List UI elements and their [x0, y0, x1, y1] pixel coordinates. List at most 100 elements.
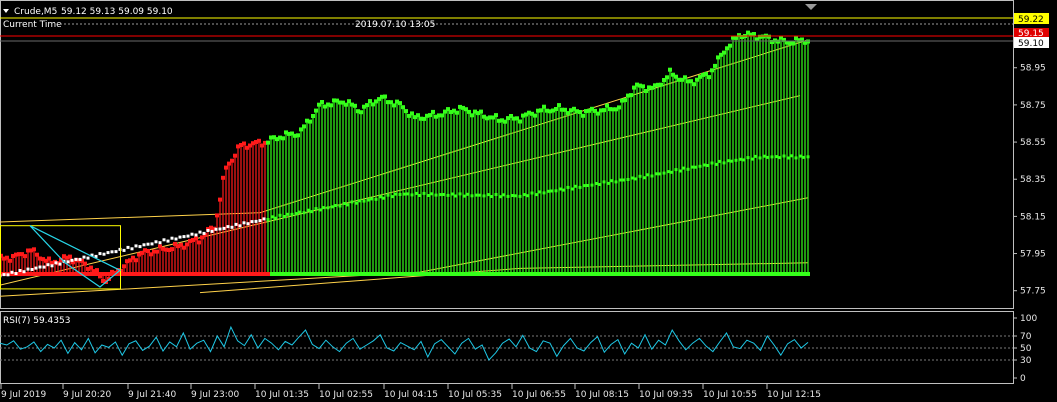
candle-cap [47, 256, 51, 261]
trend-marker [442, 193, 446, 196]
trend-marker [734, 158, 738, 162]
current-price-marker-text: 59.10 [1018, 39, 1044, 49]
candle-cap [710, 68, 714, 73]
price-tick-label: 58.15 [1020, 212, 1046, 222]
candle-cap [728, 43, 732, 48]
trend-marker [114, 250, 118, 254]
trend-marker [162, 238, 166, 242]
rsi-axis: 100 70 50 30 0 [1013, 314, 1037, 384]
time-tick-label: 9 Jul 23:00 [191, 390, 240, 400]
dropdown-triangle-icon[interactable] [3, 9, 9, 13]
trend-marker [678, 169, 682, 173]
trend-marker [166, 239, 170, 243]
price-tick-label: 58.95 [1020, 64, 1046, 74]
candle-cap [578, 110, 582, 114]
candle-cap [32, 247, 36, 252]
trend-marker [458, 192, 462, 196]
trend-marker [86, 256, 90, 260]
candle-cap [329, 103, 333, 108]
trend-marker [754, 154, 758, 158]
trend-marker [178, 235, 182, 239]
candle-cap [185, 242, 189, 247]
candle-cap [218, 197, 222, 202]
trend-marker [770, 155, 774, 159]
trend-marker [138, 245, 142, 249]
trend-marker [246, 222, 250, 226]
candle-cap [224, 165, 228, 170]
candle-cap [503, 119, 507, 124]
trend-marker [750, 157, 754, 161]
trend-marker [794, 156, 798, 160]
candles [0, 30, 810, 284]
trend-marker [382, 196, 386, 200]
trend-marker [634, 177, 638, 181]
trend-marker [354, 201, 358, 205]
trend-marker [318, 208, 322, 212]
trend-marker [26, 267, 30, 271]
trend-marker [746, 156, 750, 160]
candle-cap [605, 103, 609, 108]
time-tick-label: 10 Jul 09:35 [639, 390, 693, 400]
trend-marker [558, 187, 562, 191]
trend-marker [122, 248, 126, 252]
trend-marker [510, 194, 514, 197]
candle-cap [311, 114, 315, 118]
chart-shift-marker-icon[interactable] [805, 4, 817, 10]
trend-marker [370, 197, 374, 201]
trend-marker [250, 220, 254, 224]
trend-marker [538, 190, 542, 194]
trend-marker [6, 273, 10, 277]
trend-marker [710, 161, 714, 165]
trend-marker [566, 185, 570, 189]
price-axis: 58.95 58.75 58.55 58.35 58.15 57.95 57.75 [1013, 64, 1046, 297]
trend-marker [702, 163, 706, 167]
trend-marker [686, 167, 690, 171]
trend-marker [778, 156, 782, 160]
time-tick-label: 9 Jul 2019 [1, 390, 46, 400]
main-panel-frame [0, 0, 1014, 309]
trend-marker [482, 194, 486, 198]
trend-marker [330, 205, 334, 209]
trend-marker [254, 219, 258, 223]
trend-marker [214, 227, 218, 231]
base-bar-bull [270, 272, 810, 276]
trend-marker [454, 194, 458, 198]
trend-marker [782, 154, 786, 158]
candle-cap [365, 103, 369, 108]
trend-marker [82, 255, 86, 259]
trend-marker [450, 192, 454, 196]
trend-marker [506, 194, 510, 198]
trend-marker [142, 243, 146, 247]
trend-marker [418, 194, 422, 197]
channel-line-lower [0, 197, 809, 297]
trend-marker [170, 236, 174, 240]
trend-marker [438, 193, 442, 197]
candle-cap [302, 124, 306, 129]
trend-marker [74, 257, 78, 261]
candle-cap [665, 75, 669, 80]
trend-marker [602, 180, 606, 184]
trend-marker [134, 244, 138, 248]
trend-marker [434, 193, 438, 197]
trend-marker [146, 242, 150, 246]
trend-marker [378, 195, 382, 199]
trend-marker [614, 180, 618, 184]
candle-cap [776, 39, 780, 44]
candle-cap [518, 119, 522, 124]
trend-marker [286, 212, 290, 216]
trend-marker [398, 193, 402, 196]
trend-marker [426, 194, 430, 197]
trend-marker [130, 247, 134, 251]
time-tick-label: 10 Jul 12:15 [767, 390, 821, 400]
trend-marker [98, 252, 102, 256]
trend-marker [102, 252, 106, 256]
trend-marker [234, 222, 238, 226]
candle-cap [320, 100, 324, 104]
trend-marker [466, 192, 470, 196]
candle-cap [455, 110, 459, 115]
trend-marker [198, 230, 202, 234]
trend-marker [502, 193, 506, 197]
trend-marker [402, 192, 406, 196]
trend-marker [266, 218, 270, 221]
trend-marker [646, 173, 650, 177]
